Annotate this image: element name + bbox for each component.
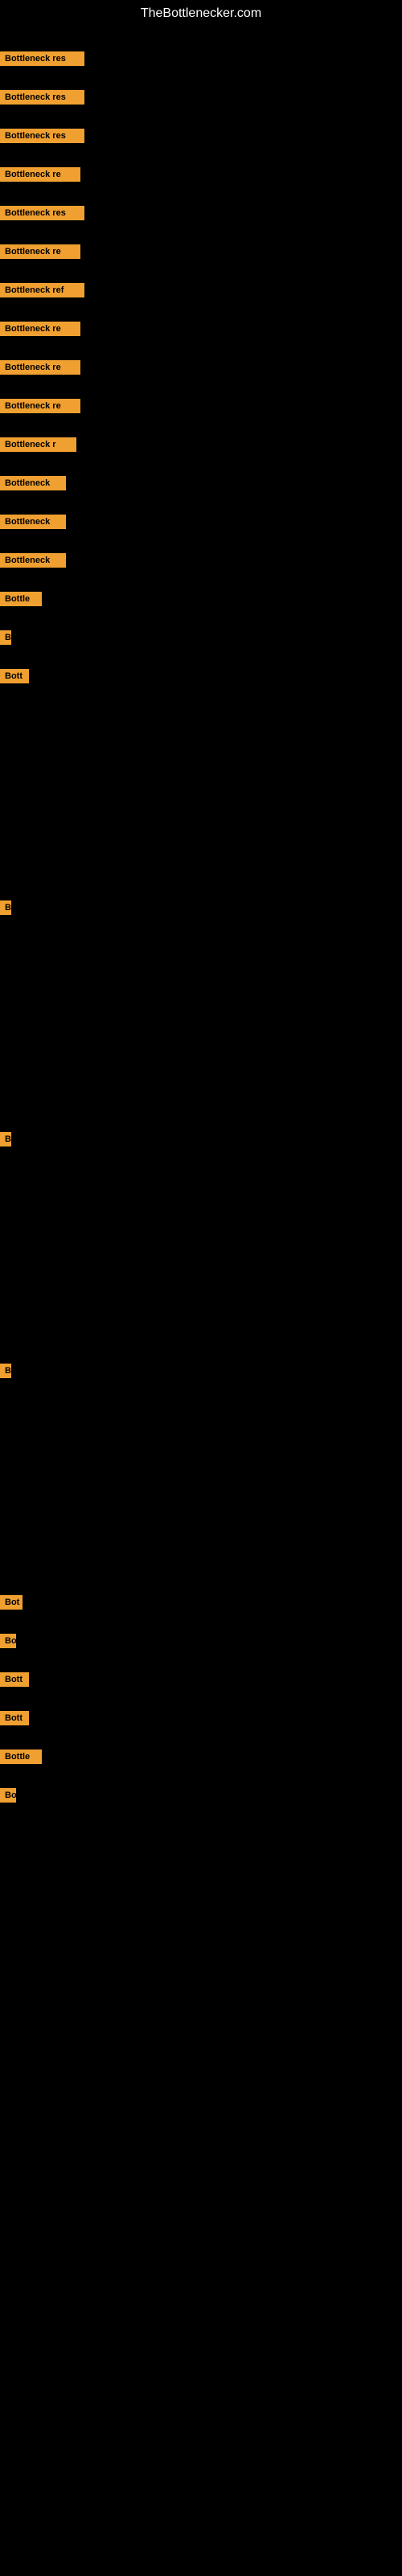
site-title: TheBottlenecker.com [0, 0, 402, 27]
bottleneck-badge-11[interactable]: Bottleneck r [0, 437, 76, 452]
bottleneck-badge-6[interactable]: Bottleneck re [0, 244, 80, 259]
bottleneck-badge-5[interactable]: Bottleneck res [0, 206, 84, 220]
bottleneck-badge-26[interactable]: Bo [0, 1788, 16, 1803]
bottleneck-badge-19[interactable]: B [0, 1132, 11, 1146]
bottleneck-badge-3[interactable]: Bottleneck res [0, 129, 84, 143]
bottleneck-badge-13[interactable]: Bottleneck [0, 515, 66, 529]
bottleneck-badge-25[interactable]: Bottle [0, 1749, 42, 1764]
bottleneck-badge-24[interactable]: Bott [0, 1711, 29, 1725]
bottleneck-badge-4[interactable]: Bottleneck re [0, 167, 80, 182]
bottleneck-badge-21[interactable]: Bot [0, 1595, 23, 1610]
bottleneck-badge-8[interactable]: Bottleneck re [0, 322, 80, 336]
bottleneck-badge-20[interactable]: B [0, 1364, 11, 1378]
bottleneck-badge-14[interactable]: Bottleneck [0, 553, 66, 568]
bottleneck-badge-12[interactable]: Bottleneck [0, 476, 66, 490]
bottleneck-badge-18[interactable]: B [0, 900, 11, 915]
bottleneck-badge-15[interactable]: Bottle [0, 592, 42, 606]
bottleneck-badge-1[interactable]: Bottleneck res [0, 51, 84, 66]
bottleneck-badge-2[interactable]: Bottleneck res [0, 90, 84, 105]
bottleneck-badge-17[interactable]: Bott [0, 669, 29, 683]
bottleneck-badge-10[interactable]: Bottleneck re [0, 399, 80, 413]
bottleneck-badge-9[interactable]: Bottleneck re [0, 360, 80, 375]
bottleneck-badge-23[interactable]: Bott [0, 1672, 29, 1687]
bottleneck-badge-22[interactable]: Bo [0, 1634, 16, 1648]
bottleneck-badge-7[interactable]: Bottleneck ref [0, 283, 84, 297]
bottleneck-badge-16[interactable]: B [0, 630, 11, 645]
